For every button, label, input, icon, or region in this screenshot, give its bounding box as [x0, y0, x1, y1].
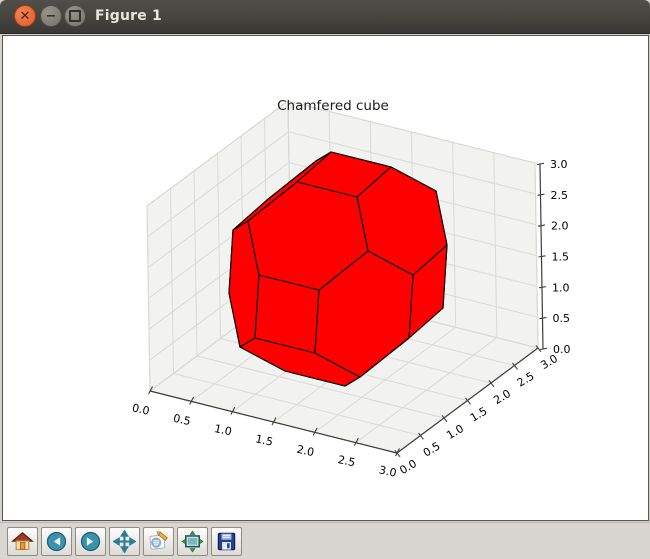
y-tick-label: 0.5	[421, 439, 443, 459]
edit-button[interactable]	[143, 527, 174, 556]
close-icon: ✕	[20, 9, 31, 24]
x-tick-label: 3.0	[378, 463, 398, 479]
maximize-icon	[69, 10, 81, 22]
x-tick-label: 2.0	[295, 443, 315, 459]
z-tick-label: 0.0	[553, 343, 571, 356]
save-button[interactable]	[211, 527, 242, 556]
save-icon	[215, 530, 238, 553]
x-tick-label: 0.0	[131, 401, 151, 417]
back-icon	[45, 530, 68, 553]
x-tick-label: 0.5	[172, 412, 192, 428]
z-tick-mark	[537, 194, 544, 195]
home-icon	[11, 530, 34, 553]
forward-button[interactable]	[75, 527, 106, 556]
z-tick-label: 3.0	[550, 158, 568, 171]
z-tick-mark	[539, 287, 546, 288]
z-tick-label: 1.0	[552, 281, 570, 294]
y-tick-label: 2.5	[515, 369, 537, 389]
z-tick-label: 0.5	[552, 312, 570, 325]
figure-canvas[interactable]: 0.00.00.00.50.50.51.01.01.01.51.51.52.02…	[2, 35, 649, 521]
z-tick-mark	[540, 348, 547, 349]
titlebar[interactable]: ✕ − Figure 1	[0, 0, 650, 34]
home-button[interactable]	[7, 527, 38, 556]
z-tick-mark	[538, 256, 545, 257]
z-tick-label: 1.5	[551, 251, 569, 264]
figure-window: ✕ − Figure 1 0.00.00.00.50.50.51.01.01.0…	[0, 0, 650, 559]
z-tick-mark	[539, 317, 546, 318]
maximize-button[interactable]	[64, 5, 86, 27]
x-tick-label: 2.5	[337, 453, 357, 469]
forward-icon	[79, 530, 102, 553]
z-tick-label: 2.5	[550, 189, 568, 202]
minimize-icon: −	[46, 9, 57, 24]
pan-button[interactable]	[109, 527, 140, 556]
z-tick-mark	[537, 163, 544, 164]
fullscreen-icon	[181, 530, 204, 553]
pan-icon	[113, 530, 136, 553]
fullscreen-button[interactable]	[177, 527, 208, 556]
y-tick-label: 1.5	[468, 404, 490, 424]
plot-3d-axes[interactable]: 0.00.00.00.50.50.51.01.01.01.51.51.52.02…	[3, 36, 648, 520]
close-button[interactable]: ✕	[14, 5, 36, 27]
navigation-toolbar	[0, 522, 650, 559]
y-tick-label: 1.0	[444, 422, 466, 442]
plot-title: Chamfered cube	[277, 98, 389, 114]
back-button[interactable]	[41, 527, 72, 556]
y-tick-label: 0.0	[397, 457, 419, 477]
x-tick-label: 1.0	[213, 422, 233, 438]
z-tick-mark	[538, 225, 545, 226]
minimize-button[interactable]: −	[40, 5, 62, 27]
y-tick-label: 2.0	[491, 387, 513, 407]
edit-icon	[147, 530, 170, 553]
x-tick-label: 1.5	[254, 432, 274, 448]
window-title: Figure 1	[95, 0, 162, 33]
z-tick-label: 2.0	[551, 220, 569, 233]
